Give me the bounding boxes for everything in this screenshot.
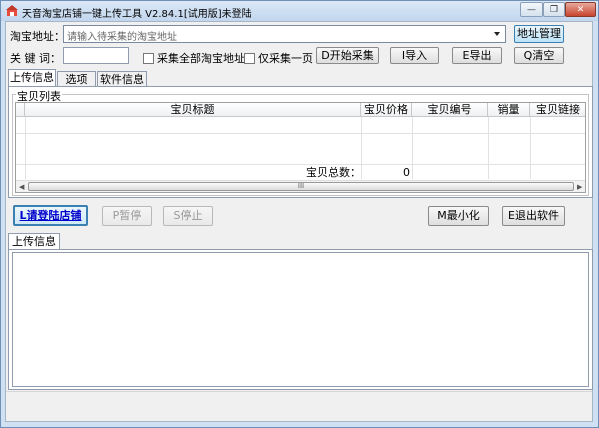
items-group: 宝贝列表 宝贝标题 宝贝价格 宝贝编号 销量 宝贝链接 宝贝总数： 0 ◀ II… (12, 88, 589, 196)
export-button[interactable]: E导出 (452, 47, 502, 64)
column-header-title[interactable]: 宝贝标题 (25, 103, 361, 117)
clear-button[interactable]: Q清空 (514, 47, 564, 64)
collect-all-label: 采集全部淘宝地址 (157, 52, 245, 65)
window-restore-button[interactable]: ❐ (543, 2, 565, 17)
chevron-down-icon[interactable] (494, 32, 500, 36)
stop-button[interactable]: S停止 (163, 206, 213, 226)
tab-log-upload-info[interactable]: 上传信息 (8, 233, 60, 250)
url-placeholder: 请输入待采集的淘宝地址 (67, 32, 177, 43)
window-minimize-button[interactable]: — (520, 2, 543, 17)
app-logo-icon (6, 5, 18, 16)
column-header-sales[interactable]: 销量 (488, 103, 530, 117)
minimize-app-button[interactable]: M最小化 (428, 206, 489, 226)
pause-button[interactable]: P暂停 (102, 206, 152, 226)
grid-line (530, 117, 531, 179)
single-page-label: 仅采集一页 (258, 52, 313, 65)
url-label: 淘宝地址： (10, 30, 65, 43)
log-textarea[interactable] (12, 252, 589, 387)
window-close-button[interactable]: ✕ (565, 2, 596, 17)
grid-line (361, 117, 362, 179)
tab-upload-info[interactable]: 上传信息 (8, 69, 56, 86)
row-header-corner (16, 103, 25, 117)
column-header-item-id[interactable]: 宝贝编号 (412, 103, 488, 117)
tab-options[interactable]: 选项 (57, 71, 96, 87)
grid-line (412, 117, 413, 179)
grid-line (488, 117, 489, 179)
import-button[interactable]: I导入 (390, 47, 439, 64)
status-bar (6, 391, 592, 419)
title-bar[interactable]: 天音淘宝店铺一键上传工具 V2.84.1[试用版]未登陆 — ❐ ✕ (1, 1, 598, 21)
keyword-input[interactable] (63, 47, 129, 64)
window-title: 天音淘宝店铺一键上传工具 V2.84.1[试用版]未登陆 (22, 9, 252, 20)
exit-app-button[interactable]: E退出软件 (502, 206, 565, 226)
log-panel (8, 249, 593, 390)
url-combobox[interactable]: 请输入待采集的淘宝地址 (63, 25, 506, 43)
column-header-price[interactable]: 宝贝价格 (361, 103, 412, 117)
login-store-button[interactable]: L请登陆店铺 (13, 205, 88, 226)
upload-info-panel: 宝贝列表 宝贝标题 宝贝价格 宝贝编号 销量 宝贝链接 宝贝总数： 0 ◀ II… (8, 86, 593, 198)
keyword-label: 关 键 词： (10, 52, 61, 65)
total-value: 0 (403, 166, 410, 179)
grid-line (25, 117, 26, 179)
collect-all-checkbox[interactable]: 采集全部淘宝地址 (143, 50, 245, 66)
single-page-checkbox[interactable]: 仅采集一页 (244, 50, 313, 66)
start-collect-button[interactable]: D开始采集 (316, 47, 379, 64)
grid-line (16, 133, 585, 134)
horizontal-scrollbar[interactable]: ◀ III ▶ (16, 180, 585, 192)
scroll-thumb[interactable]: III (28, 182, 574, 191)
grid-line (16, 164, 585, 165)
items-table[interactable]: 宝贝标题 宝贝价格 宝贝编号 销量 宝贝链接 宝贝总数： 0 ◀ III ▶ (15, 102, 586, 193)
checkbox-box[interactable] (143, 52, 154, 64)
scroll-right-icon[interactable]: ▶ (577, 183, 582, 191)
column-header-link[interactable]: 宝贝链接 (530, 103, 585, 117)
total-label: 宝贝总数： (306, 166, 361, 179)
url-manage-button[interactable]: 地址管理 (514, 25, 564, 43)
checkbox-box[interactable] (244, 52, 255, 64)
tab-software-info[interactable]: 软件信息 (97, 71, 147, 87)
scroll-left-icon[interactable]: ◀ (19, 183, 24, 191)
